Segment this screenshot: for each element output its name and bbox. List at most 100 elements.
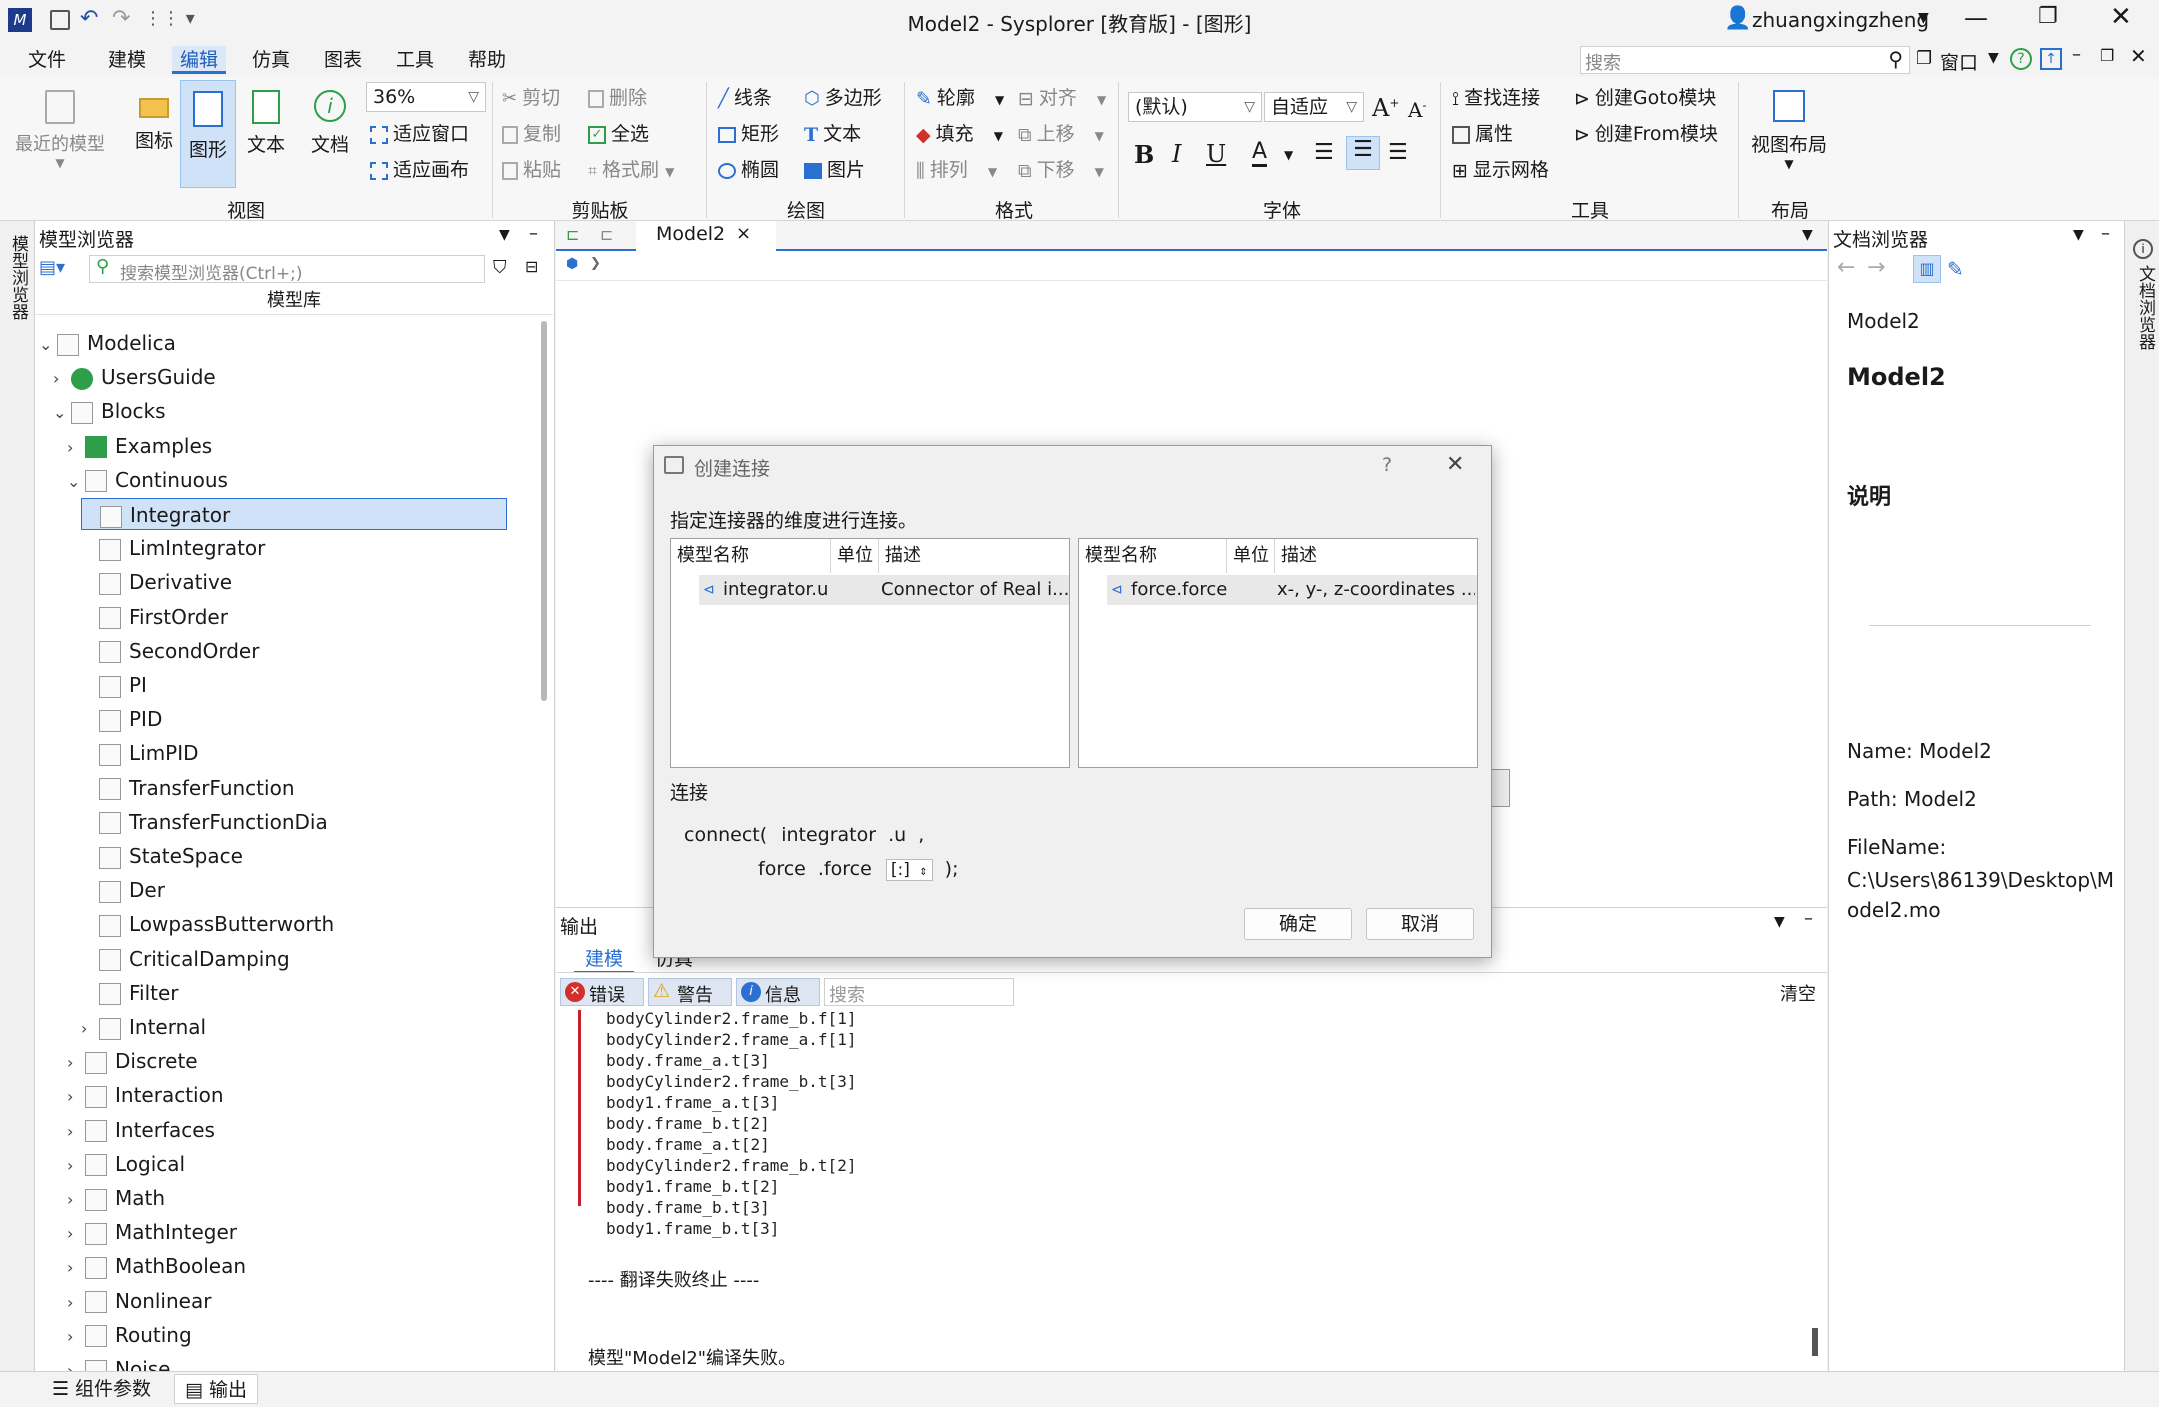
align-right-icon[interactable]: ☰ <box>1388 140 1408 165</box>
left-col-name[interactable]: 模型名称 <box>671 539 831 573</box>
rect-tool-button[interactable]: 矩形 <box>718 122 779 146</box>
tree-item-interaction[interactable]: › Interaction <box>67 1079 224 1111</box>
chevron-right-icon[interactable]: › <box>67 1150 85 1182</box>
chevron-right-icon[interactable]: › <box>67 1047 85 1079</box>
close-button[interactable]: ✕ <box>2110 2 2132 32</box>
menu-edit[interactable]: 编辑 <box>172 46 227 74</box>
editor-tabs-menu-chevron-icon[interactable]: ▼ <box>1802 227 1813 243</box>
window-menu-icon[interactable]: ❐ <box>1916 48 1932 69</box>
font-color-chevron-icon[interactable]: ▼ <box>1284 148 1293 162</box>
tree-item-mathinteger[interactable]: › MathInteger <box>67 1216 237 1248</box>
chevron-down-icon[interactable]: ⌄ <box>53 397 71 429</box>
font-family-select[interactable]: (默认) ▽ <box>1128 92 1262 122</box>
diagram-view-button[interactable]: 图形 <box>180 80 236 188</box>
component-params-tab[interactable]: ☰ 组件参数 <box>42 1374 161 1404</box>
tree-item-pi[interactable]: PI <box>81 669 147 701</box>
align-left-icon[interactable]: ☰ <box>1314 140 1334 165</box>
chevron-down-icon[interactable]: ⌄ <box>67 466 85 498</box>
window-menu-chevron-icon[interactable]: ▼ <box>1988 50 1999 66</box>
left-rail-model-browser-tab[interactable]: 模型浏览器 <box>6 235 31 320</box>
tree-item-usersguide[interactable]: › UsersGuide <box>53 361 216 393</box>
doc-panel-minimize-icon[interactable]: – <box>2101 223 2110 244</box>
tree-item-continuous[interactable]: ⌄ Continuous <box>67 464 228 496</box>
ellipse-tool-button[interactable]: 椭圆 <box>718 158 779 182</box>
create-from-button[interactable]: ⊳ 创建From模块 <box>1574 122 1718 147</box>
left-connector-table[interactable]: 模型名称 单位 描述 ⊲ integrator.u Connector of R… <box>670 538 1070 768</box>
tree-item-modelica[interactable]: ⌄ Modelica <box>39 327 176 359</box>
doc-panel-menu-chevron-icon[interactable]: ▼ <box>2073 227 2084 243</box>
font-size-select[interactable]: 自适应 ▽ <box>1264 92 1364 122</box>
menu-file[interactable]: 文件 <box>20 46 74 74</box>
doc-view-button[interactable]: i 文档 <box>308 90 352 157</box>
output-scrollbar[interactable] <box>1812 1328 1818 1356</box>
move-up-button[interactable]: ⧉ 上移 ▼ <box>1018 122 1104 148</box>
copy-button[interactable]: 复制 <box>502 122 561 146</box>
image-tool-button[interactable]: 图片 <box>804 158 865 182</box>
tree-item-math[interactable]: › Math <box>67 1182 165 1214</box>
properties-button[interactable]: 属性 <box>1452 122 1513 146</box>
doc-minimize-button[interactable]: – <box>2072 44 2081 65</box>
right-col-name[interactable]: 模型名称 <box>1079 539 1227 573</box>
breadcrumb-chevron-icon[interactable]: ❯ <box>590 256 601 271</box>
line-tool-button[interactable]: ╱ 线条 <box>718 86 772 111</box>
outline-button[interactable]: ✎ 轮廓 ▼ <box>916 86 1004 112</box>
output-search-input[interactable]: 搜索 <box>824 978 1014 1006</box>
tree-item-examples[interactable]: › Examples <box>67 430 212 462</box>
tree-item-der[interactable]: Der <box>81 874 165 906</box>
forward-arrow-icon[interactable]: → <box>1867 255 1885 280</box>
tree-item-statespace[interactable]: StateSpace <box>81 840 243 872</box>
tree-item-filter[interactable]: Filter <box>81 977 179 1009</box>
chevron-right-icon[interactable]: › <box>67 1252 85 1284</box>
right-rail-doc-browser-tab[interactable]: 文档浏览器 <box>2133 265 2158 350</box>
output-tab-modeling[interactable]: 建模 <box>574 944 634 973</box>
output-minimize-icon[interactable]: – <box>1804 908 1813 929</box>
show-grid-button[interactable]: ⊞ 显示网格 <box>1452 158 1549 183</box>
chevron-right-icon[interactable]: › <box>67 1321 85 1353</box>
user-name[interactable]: zhuangxingzheng <box>1752 8 1929 32</box>
chevron-right-icon[interactable]: › <box>67 432 85 464</box>
right-col-desc[interactable]: 描述 <box>1275 539 1477 573</box>
maximize-button[interactable]: ❐ <box>2038 4 2058 29</box>
clear-output-button[interactable]: 清空 <box>1780 980 1816 1006</box>
doc-read-mode-icon[interactable]: ▥ <box>1913 255 1941 283</box>
fit-window-button[interactable]: 适应窗口 <box>370 122 469 146</box>
create-goto-button[interactable]: ⊳ 创建Goto模块 <box>1574 86 1716 111</box>
chevron-right-icon[interactable]: › <box>67 1218 85 1250</box>
view-layout-button[interactable]: 视图布局 ▼ <box>1748 90 1830 171</box>
menu-tools[interactable]: 工具 <box>388 46 442 74</box>
error-filter-button[interactable]: ✕ 错误 <box>560 978 644 1006</box>
user-menu-chevron-icon[interactable]: ▼ <box>1918 10 1929 26</box>
paste-button[interactable]: 粘贴 <box>502 158 561 182</box>
chevron-right-icon[interactable]: › <box>53 363 71 395</box>
italic-icon[interactable]: I <box>1172 140 1181 168</box>
global-search-input[interactable]: 搜索 ⚲ <box>1580 46 1910 74</box>
tree-scrollbar[interactable] <box>541 321 547 701</box>
cancel-button[interactable]: 取消 <box>1366 908 1474 940</box>
doc-close-button[interactable]: ✕ <box>2130 44 2147 68</box>
tree-item-logical[interactable]: › Logical <box>67 1148 185 1180</box>
table-row[interactable]: ⊲ force.force x-, y-, z-coordinates ... <box>1107 575 1477 605</box>
underline-icon[interactable]: U <box>1206 140 1226 168</box>
tree-item-nonlinear[interactable]: › Nonlinear <box>67 1285 211 1317</box>
cut-button[interactable]: ✂ 剪切 <box>502 86 560 111</box>
tree-item-routing[interactable]: › Routing <box>67 1319 192 1351</box>
output-tab[interactable]: ▤ 输出 <box>174 1374 258 1404</box>
help-icon[interactable]: ? <box>2010 48 2032 70</box>
info-filter-button[interactable]: i 信息 <box>736 978 820 1006</box>
menu-help[interactable]: 帮助 <box>460 46 514 74</box>
chevron-right-icon[interactable]: › <box>67 1116 85 1148</box>
tree-item-integrator[interactable]: Integrator <box>81 498 507 530</box>
chevron-right-icon[interactable]: › <box>67 1287 85 1319</box>
menu-chart[interactable]: 图表 <box>316 46 370 74</box>
doc-restore-button[interactable]: ❐ <box>2100 46 2114 65</box>
update-icon[interactable]: ↑ <box>2040 48 2062 70</box>
align-button[interactable]: ⊟ 对齐 ▼ <box>1018 86 1106 112</box>
tree-item-pid[interactable]: PID <box>81 703 162 735</box>
tree-item-limpid[interactable]: LimPID <box>81 737 199 769</box>
editor-tab-model2[interactable]: Model2 × <box>636 221 776 251</box>
warning-filter-button[interactable]: ⚠ 警告 <box>648 978 732 1006</box>
tree-item-mathboolean[interactable]: › MathBoolean <box>67 1250 246 1282</box>
text-view-button[interactable]: 文本 <box>244 90 288 157</box>
move-down-button[interactable]: ⧉ 下移 ▼ <box>1018 158 1104 184</box>
ok-button[interactable]: 确定 <box>1244 908 1352 940</box>
